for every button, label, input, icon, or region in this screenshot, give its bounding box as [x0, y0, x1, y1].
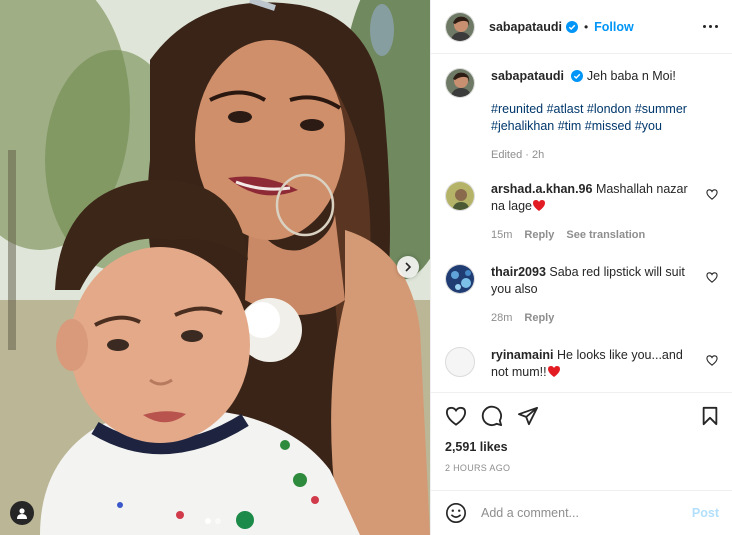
caption-username[interactable]: sabapataudi [491, 69, 564, 83]
comment-item: thair2093 Saba red lipstick will suit yo… [445, 264, 718, 327]
red-heart-icon [533, 200, 546, 211]
comment-like-icon[interactable] [706, 189, 718, 200]
header-separator: • [583, 19, 589, 34]
comments-list[interactable]: sabapataudi Jeh baba n Moi! #reunited #a… [431, 54, 732, 392]
reply-button[interactable]: Reply [524, 310, 554, 327]
comment-time: 15m [491, 229, 513, 241]
comment-time: 28m [491, 312, 513, 324]
author-username[interactable]: sabapataudi [489, 20, 562, 34]
like-icon[interactable] [445, 406, 467, 426]
author-avatar[interactable] [445, 11, 475, 42]
comment-username[interactable]: arshad.a.khan.96 [491, 182, 592, 196]
emoji-icon[interactable] [445, 502, 467, 524]
comment-like-icon[interactable] [706, 272, 718, 283]
carousel-next-button[interactable] [397, 256, 419, 278]
post-comment-button[interactable]: Post [692, 506, 719, 520]
user-tag-icon [17, 508, 27, 519]
caption-avatar-image [446, 69, 474, 97]
post-photo[interactable] [0, 0, 430, 535]
share-icon[interactable] [517, 406, 539, 426]
carousel-indicator [205, 518, 221, 524]
carousel-dot [215, 518, 221, 524]
caption-hashtags[interactable]: #reunited #atlast #london #summer #jehal… [491, 101, 699, 135]
post-timestamp[interactable]: 2 HOURS AGO [445, 463, 719, 473]
see-translation-button[interactable]: See translation [566, 227, 645, 244]
caption-avatar[interactable] [445, 68, 475, 98]
post-actions: 2,591 likes 2 HOURS AGO [431, 392, 732, 490]
post-header: sabapataudi • Follow [431, 0, 732, 54]
commenter-avatar[interactable] [445, 264, 475, 294]
commenter-avatar-image [446, 265, 474, 293]
follow-button[interactable]: Follow [594, 20, 634, 34]
bookmark-icon[interactable] [701, 406, 719, 426]
comment-username[interactable]: ryinamaini [491, 348, 554, 362]
verified-badge-icon [565, 20, 578, 33]
verified-badge-icon [571, 70, 584, 82]
caption: sabapataudi Jeh baba n Moi! #reunited #a… [445, 68, 718, 164]
caption-edited: Edited · 2h [491, 147, 699, 164]
photo-scene [0, 0, 430, 535]
tagged-users-button[interactable] [10, 501, 34, 525]
comment-meta: 15m Reply See translation [491, 227, 699, 244]
chevron-right-icon [405, 262, 412, 272]
caption-text: Jeh baba n Moi! [586, 69, 676, 83]
comment-item: ryinamaini He looks like you...and not m… [445, 347, 718, 381]
comment-username[interactable]: thair2093 [491, 265, 546, 279]
likes-count[interactable]: 2,591 likes [445, 440, 719, 454]
red-heart-icon [547, 366, 560, 377]
edited-label: Edited · 2h [491, 149, 545, 161]
post-sidebar: sabapataudi • Follow sabapataudi Jeh bab… [430, 0, 732, 535]
reply-button[interactable]: Reply [524, 227, 554, 244]
comment-meta: 28m Reply [491, 310, 699, 327]
commenter-avatar[interactable] [445, 347, 475, 377]
comment-like-icon[interactable] [706, 355, 718, 366]
more-options-icon[interactable] [703, 25, 718, 28]
add-comment-bar: Post [431, 490, 732, 535]
carousel-dot-active [205, 518, 211, 524]
comment-icon[interactable] [481, 405, 503, 427]
comment-item: arshad.a.khan.96 Mashallah nazar na lage… [445, 181, 718, 244]
commenter-avatar[interactable] [445, 181, 475, 211]
author-avatar-image [446, 12, 474, 41]
add-comment-input[interactable] [481, 506, 692, 520]
commenter-avatar-image [446, 182, 474, 210]
